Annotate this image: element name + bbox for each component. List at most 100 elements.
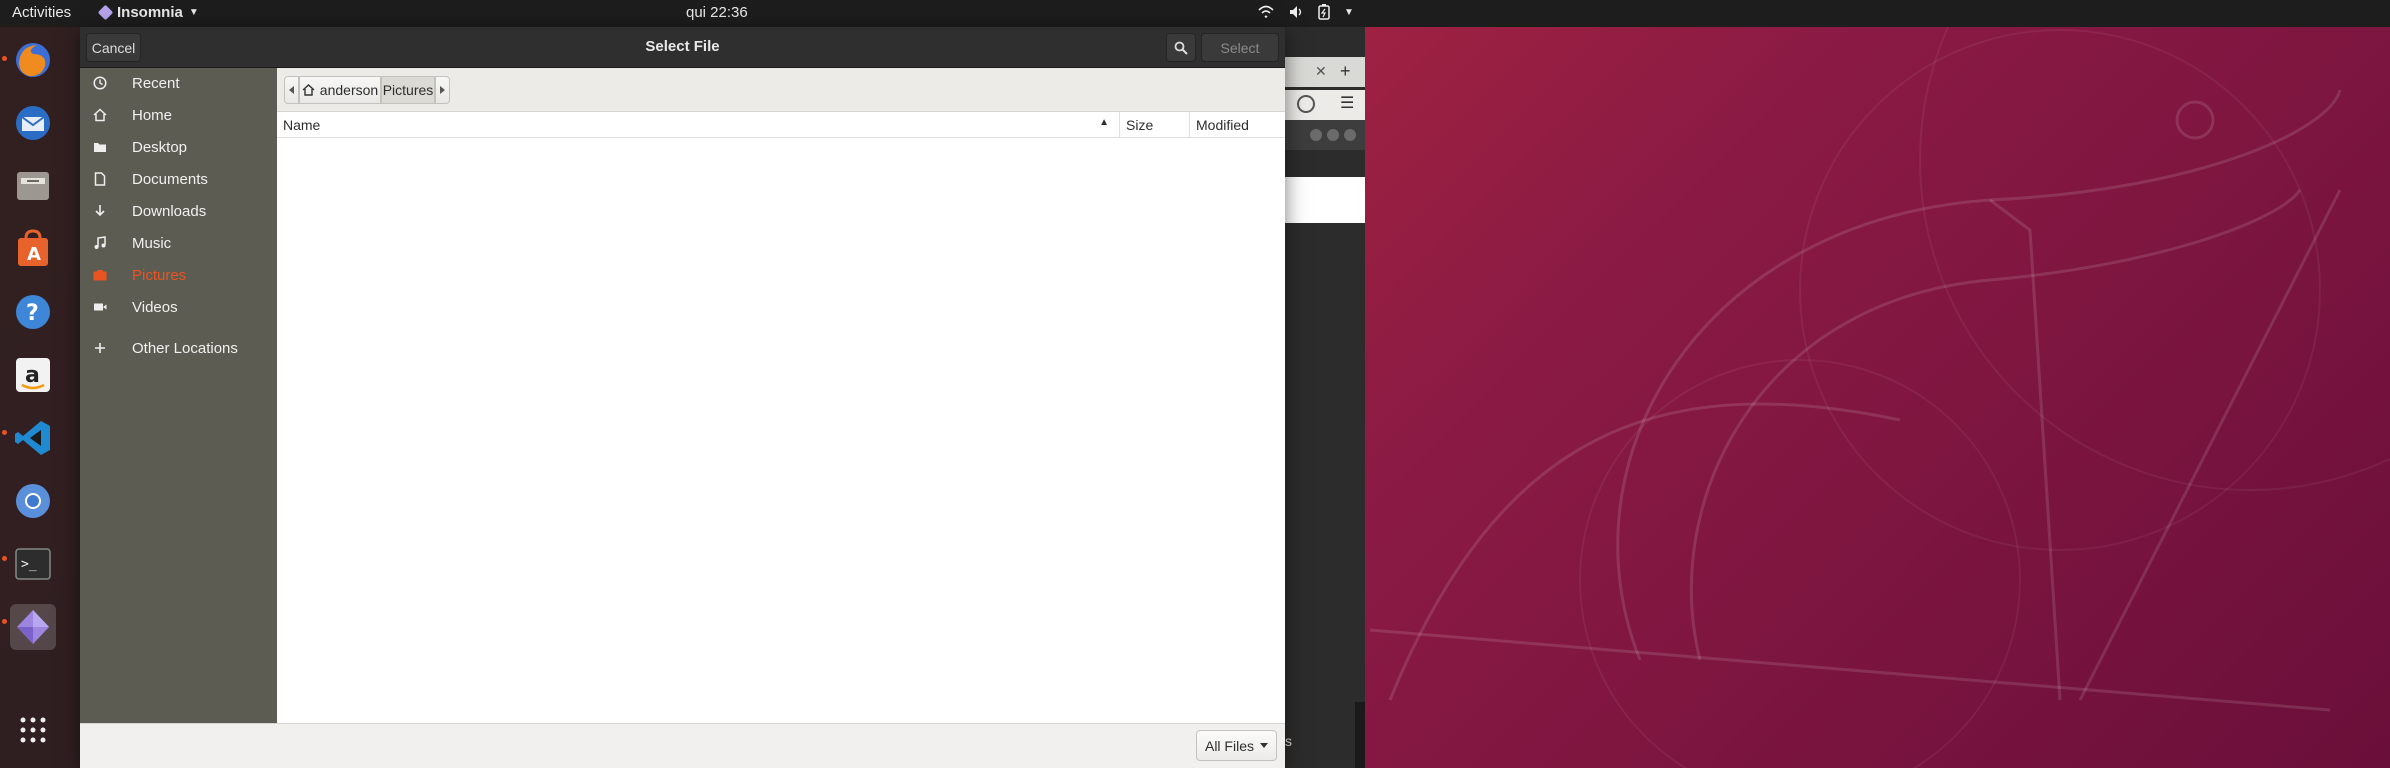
sidebar-item-label: Home [132,106,173,124]
video-icon [94,303,107,311]
new-tab-icon[interactable]: + [1340,61,1351,82]
amazon-icon[interactable]: a [10,352,56,398]
svg-text:?: ? [26,301,39,326]
column-header-modified[interactable]: Modified [1190,112,1285,138]
select-button[interactable]: Select [1201,33,1279,62]
svg-text:A: A [27,244,41,265]
volume-icon [1290,6,1302,18]
column-header-name[interactable]: Name ▲ [277,112,1120,138]
battery-icon [1318,4,1330,20]
file-filter-label: All Files [1204,737,1254,754]
svg-text:>_: >_ [21,557,37,572]
home-icon [302,84,315,96]
sidebar-item-label: Music [132,234,172,252]
background-toolbar: ☰ [1285,90,1365,120]
minimize-icon[interactable] [1310,129,1322,141]
software-center-icon[interactable]: A [10,226,56,272]
sidebar-item-home[interactable]: Home [80,100,277,130]
sidebar-item-downloads[interactable]: Downloads [80,196,277,226]
sidebar-item-recent[interactable]: Recent [80,68,277,98]
dialog-footer: All Files [80,723,1285,768]
plus-icon [95,343,105,353]
column-header-size[interactable]: Size [1120,112,1190,138]
help-icon[interactable]: ? [10,289,56,335]
running-indicator [2,619,7,624]
sidebar-item-label: Downloads [132,202,207,220]
chevron-down-icon [1260,742,1268,748]
activities-button[interactable]: Activities [12,4,71,21]
sidebar-item-label: Videos [132,298,178,316]
app-menu[interactable]: Insomnia ▼ [97,4,199,21]
vscode-icon[interactable] [10,415,56,461]
tab-close-icon[interactable]: ✕ [1315,63,1327,80]
dialog-title: Select File [645,38,720,55]
clock-icon [93,76,107,90]
sidebar-item-other-locations[interactable]: Other Locations [80,333,277,363]
svg-text:a: a [25,363,40,388]
home-icon [93,108,107,122]
wifi-icon [1258,5,1274,19]
sidebar-item-label: Desktop [132,138,188,156]
background-tab-bar: + ✕ [1285,57,1365,87]
places-sidebar: Recent Home Desktop Documents Downloads … [80,68,277,768]
music-icon [94,236,106,249]
file-chooser-dialog: Cancel Select File Select Recent Home De… [80,27,1285,768]
chevron-right-icon [439,86,445,94]
thunderbird-icon[interactable] [10,100,56,146]
path-button-current[interactable]: Pictures [381,76,435,104]
chromium-icon[interactable] [10,478,56,524]
file-list[interactable] [277,138,1285,723]
running-indicator [2,556,7,561]
file-filter-dropdown[interactable]: All Files [1196,730,1277,761]
path-button-label: anderson [319,82,379,98]
dialog-header-bar: Cancel Select File Select [80,27,1285,68]
system-tray[interactable]: ▼ [1258,4,1354,20]
search-icon [1174,41,1188,55]
sort-ascending-icon: ▲ [1099,117,1109,128]
path-scroll-left-button[interactable] [284,76,299,104]
column-header-label: Name [283,117,321,133]
running-indicator [2,56,7,61]
sidebar-item-label: Other Locations [132,339,238,357]
close-icon[interactable] [1344,129,1356,141]
hamburger-menu-icon[interactable]: ☰ [1340,93,1354,113]
top-bar: Activities Insomnia ▼ qui 22:36 ▼ [0,0,2390,27]
sidebar-item-label: Documents [132,170,208,188]
background-bottom-block [1355,702,1365,768]
show-applications-icon[interactable] [10,707,56,753]
sidebar-item-videos[interactable]: Videos [80,292,277,322]
download-icon [95,205,105,217]
sidebar-item-desktop[interactable]: Desktop [80,132,277,162]
sidebar-item-music[interactable]: Music [80,228,277,258]
running-indicator [2,430,7,435]
folder-icon [94,143,106,152]
terminal-icon[interactable]: >_ [10,541,56,587]
system-menu-caret: ▼ [1344,6,1354,18]
path-bar: anderson Pictures [277,68,1285,112]
dock: A ? a >_ [0,27,80,768]
search-button[interactable] [1166,33,1196,62]
column-header-label: Size [1126,117,1154,133]
path-scroll-right-button[interactable] [435,76,450,104]
sidebar-item-label: Recent [132,74,180,92]
clock[interactable]: qui 22:36 [686,4,748,21]
sidebar-item-pictures[interactable]: Pictures [80,260,277,290]
insomnia-icon [97,4,114,21]
app-menu-label: Insomnia [117,4,183,21]
background-partial-text: s [1285,733,1292,749]
document-icon [94,172,106,186]
chevron-left-icon [288,86,294,94]
insomnia-dock-icon[interactable] [10,604,56,650]
camera-icon [93,270,107,281]
firefox-icon[interactable] [10,37,56,83]
path-button-home[interactable]: anderson [299,76,381,104]
account-icon[interactable] [1297,95,1315,113]
column-header-label: Modified [1196,117,1249,133]
maximize-icon[interactable] [1327,129,1339,141]
sidebar-item-documents[interactable]: Documents [80,164,277,194]
file-list-header: Name ▲ Size Modified [277,112,1285,138]
background-white-panel [1285,177,1365,223]
chevron-down-icon: ▼ [188,7,199,18]
files-icon[interactable] [10,163,56,209]
background-window-controls [1285,120,1365,150]
